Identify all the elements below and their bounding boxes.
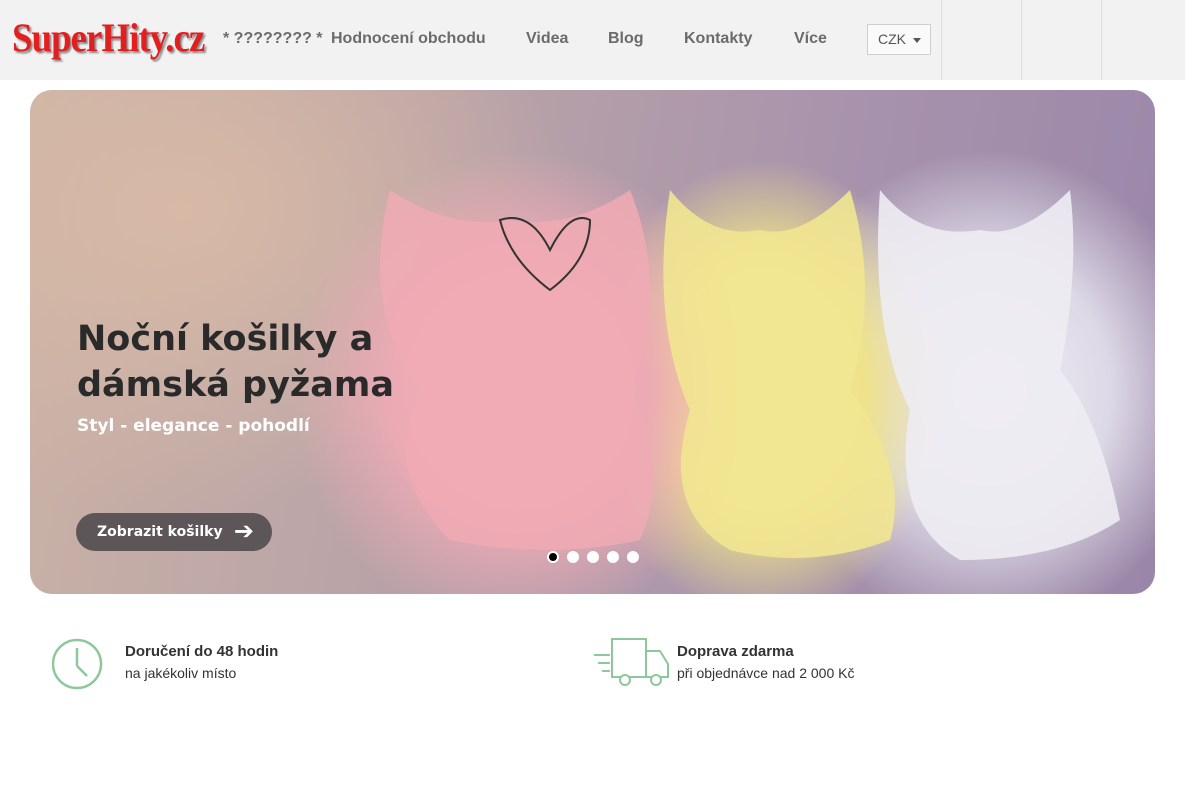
currency-value: CZK bbox=[878, 31, 906, 47]
site-header: SuperHity.cz * ???????? * Hodnocení obch… bbox=[0, 0, 1185, 80]
slide-title: Noční košilky a dámská pyžama bbox=[77, 316, 394, 408]
nav-item-contacts[interactable]: Kontakty bbox=[684, 29, 752, 49]
nav-item-more-label: Více bbox=[794, 30, 827, 48]
feature-subtitle: na jakékoliv místo bbox=[125, 665, 237, 681]
slide-cta-button[interactable]: Zobrazit košilky ➔ bbox=[76, 513, 272, 551]
slider-dot[interactable] bbox=[567, 551, 579, 563]
slider-dots bbox=[547, 551, 647, 563]
feature-delivery: Doručení do 48 hodin na jakékoliv místo bbox=[52, 636, 552, 692]
feature-subtitle: při objednávce nad 2 000 Kč bbox=[677, 665, 855, 681]
feature-title: Doručení do 48 hodin bbox=[125, 643, 279, 660]
slider-dot[interactable] bbox=[547, 551, 559, 563]
search-button[interactable] bbox=[941, 0, 1021, 80]
dropdown-caret-icon bbox=[913, 38, 921, 43]
slide-title-line1: Noční košilky a bbox=[77, 319, 374, 359]
nav-item-more[interactable]: Více bbox=[794, 29, 832, 49]
feature-title: Doprava zdarma bbox=[677, 643, 794, 660]
slider-dot[interactable] bbox=[607, 551, 619, 563]
truck-icon bbox=[594, 638, 669, 686]
cart-button[interactable] bbox=[1101, 0, 1181, 80]
nav-item-videos[interactable]: Videa bbox=[526, 29, 568, 49]
clock-icon bbox=[52, 638, 103, 690]
arrow-right-icon: ➔ bbox=[233, 517, 254, 545]
hero-slider: Noční košilky a dámská pyžama Styl - ele… bbox=[30, 90, 1155, 594]
currency-select[interactable]: CZK bbox=[867, 24, 931, 55]
slider-dot[interactable] bbox=[587, 551, 599, 563]
slide-subtitle: Styl - elegance - pohodlí bbox=[77, 416, 310, 436]
account-button[interactable] bbox=[1021, 0, 1101, 80]
nav-item-blog[interactable]: Blog bbox=[608, 29, 644, 49]
slide-title-line2: dámská pyžama bbox=[77, 365, 394, 405]
feature-shipping: Doprava zdarma při objednávce nad 2 000 … bbox=[592, 636, 1092, 692]
nav-item-special[interactable]: * ???????? * bbox=[223, 29, 323, 49]
site-logo[interactable]: SuperHity.cz bbox=[12, 14, 205, 62]
slider-dot[interactable] bbox=[627, 551, 639, 563]
nav-item-reviews[interactable]: Hodnocení obchodu bbox=[331, 29, 486, 49]
slide-cta-label: Zobrazit košilky bbox=[97, 524, 223, 540]
